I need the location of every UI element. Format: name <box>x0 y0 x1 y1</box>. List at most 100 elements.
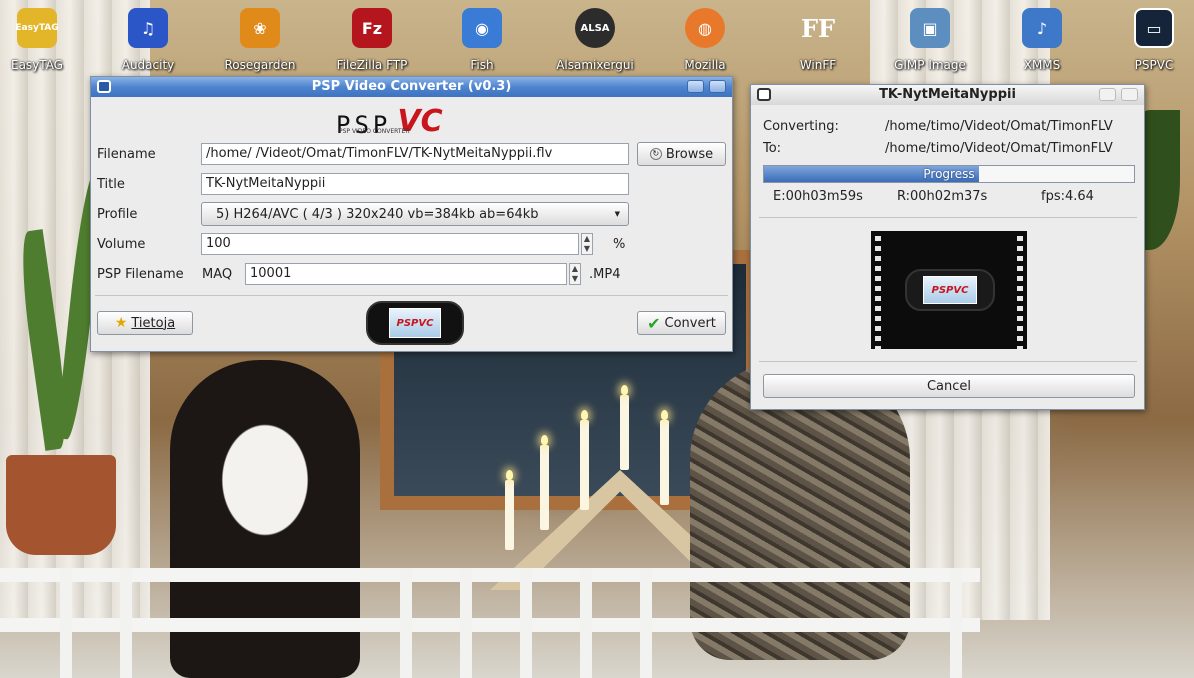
desktop-icon-alsamixer[interactable]: ALSA Alsamixergui <box>553 8 637 72</box>
close-button[interactable] <box>709 80 726 93</box>
speaker-icon: ♪ <box>1022 8 1062 48</box>
minimize-button[interactable] <box>687 80 704 93</box>
elapsed-time: E:00h03m59s <box>773 189 863 204</box>
desktop-icon-pspvc[interactable]: ▭ PSPVC <box>1112 8 1194 72</box>
desktop-icon-fish[interactable]: ◉ Fish <box>440 8 524 72</box>
title-label: Title <box>97 177 125 192</box>
separator <box>759 361 1137 362</box>
checkmark-icon: ✔ <box>647 313 661 333</box>
to-path: /home/timo/Videot/Omat/TimonFLV <box>885 141 1113 156</box>
pspvc-icon: ▭ <box>1134 8 1174 48</box>
window-menu-icon[interactable] <box>757 88 771 101</box>
firefox-icon: ◍ <box>685 8 725 48</box>
cancel-button[interactable]: Cancel <box>763 374 1135 398</box>
convert-button[interactable]: ✔ Convert <box>637 311 726 335</box>
browse-icon: ↻ <box>649 148 662 160</box>
desktop-icon-mozilla[interactable]: ◍ Mozilla <box>663 8 747 72</box>
psp-device-image: PSPVC <box>366 301 464 345</box>
profile-label: Profile <box>97 207 138 222</box>
converting-path: /home/timo/Videot/Omat/TimonFLV <box>885 119 1113 134</box>
remaining-time: R:00h02m37s <box>897 189 988 204</box>
progress-bar: Progress <box>763 165 1135 183</box>
desktop-icon-label: WinFF <box>799 58 837 72</box>
main-window-titlebar[interactable]: PSP Video Converter (v0.3) <box>91 77 732 97</box>
progress-window: TK-NytMeitaNyppii Converting: /home/timo… <box>750 84 1145 410</box>
psp-device-image: PSPVC <box>905 269 995 311</box>
main-window-title: PSP Video Converter (v0.3) <box>311 79 512 94</box>
filezilla-icon: Fz <box>352 8 392 48</box>
progress-window-titlebar[interactable]: TK-NytMeitaNyppii <box>751 85 1144 105</box>
desktop-icon-label: Rosegarden <box>224 58 296 72</box>
desktop-icon-filezilla[interactable]: Fz FileZilla FTP <box>330 8 414 72</box>
desktop-icon-label: GIMP Image <box>894 58 966 72</box>
video-preview: PSPVC <box>871 231 1027 349</box>
separator <box>759 217 1137 218</box>
filename-field[interactable]: /home/ /Videot/Omat/TimonFLV/TK-NytMeita… <box>201 143 629 165</box>
desktop-icon-winff[interactable]: FF WinFF <box>776 8 860 73</box>
star-icon: ★ <box>114 315 128 331</box>
white-railing <box>0 568 980 678</box>
psp-number-field[interactable]: 10001 <box>245 263 567 285</box>
desktop-icon-label: Audacity <box>121 58 175 72</box>
psp-extension: .MP4 <box>589 267 621 282</box>
flower-pot <box>6 455 116 555</box>
desktop-icon-gimp[interactable]: ▣ GIMP Image <box>888 8 972 72</box>
progress-window-title: TK-NytMeitaNyppii <box>879 87 1016 102</box>
film-perforation <box>875 231 881 349</box>
volume-unit: % <box>613 237 626 252</box>
desktop-icon-label: Alsamixergui <box>556 58 634 72</box>
desktop-icon-easytag[interactable]: EasyTAG EasyTAG <box>0 8 79 72</box>
desktop-icon-label: XMMS <box>1023 58 1061 72</box>
desktop-icon-label: PSPVC <box>1134 58 1174 72</box>
about-button-label: Tietoja <box>131 315 176 331</box>
candle <box>540 435 549 530</box>
rosegarden-icon: ❀ <box>240 8 280 48</box>
desktop-icon-audacity[interactable]: ♫ Audacity <box>106 8 190 72</box>
candle <box>660 410 669 505</box>
alsa-icon: ALSA <box>575 8 615 48</box>
logo-subtitle: PSP VIDEO CONVERTER <box>339 128 410 135</box>
browse-button-label: Browse <box>665 146 714 162</box>
audacity-icon: ♫ <box>128 8 168 48</box>
psp-filename-label: PSP Filename <box>97 267 184 282</box>
about-button[interactable]: ★ Tietoja <box>97 311 193 335</box>
desktop-icon-rosegarden[interactable]: ❀ Rosegarden <box>218 8 302 72</box>
dropdown-arrow-icon: ▼ <box>614 210 620 218</box>
profile-dropdown[interactable]: 5) H264/AVC ( 4/3 ) 320x240 vb=384kb ab=… <box>201 202 629 226</box>
title-field[interactable]: TK-NytMeitaNyppii <box>201 173 629 195</box>
convert-button-label: Convert <box>664 315 716 331</box>
psp-prefix: MAQ <box>202 267 233 282</box>
psp-number-spinner[interactable]: ▲ ▼ <box>569 263 581 285</box>
window-menu-icon[interactable] <box>97 80 111 93</box>
volume-label: Volume <box>97 237 146 252</box>
film-perforation <box>1017 231 1023 349</box>
psp-device-screen: PSPVC <box>389 308 441 338</box>
minimize-button[interactable] <box>1099 88 1116 101</box>
volume-field[interactable]: 100 <box>201 233 579 255</box>
gimp-icon: ▣ <box>910 8 950 48</box>
filename-label: Filename <box>97 147 156 162</box>
progress-bar-label: Progress <box>923 167 975 181</box>
desktop-icon-xmms[interactable]: ♪ XMMS <box>1000 8 1084 72</box>
psp-device-screen: PSPVC <box>923 276 977 304</box>
desktop-icon-label: Mozilla <box>684 58 726 72</box>
separator <box>95 295 728 296</box>
profile-selected-value: 5) H264/AVC ( 4/3 ) 320x240 vb=384kb ab=… <box>216 206 539 222</box>
volume-spinner[interactable]: ▲ ▼ <box>581 233 593 255</box>
close-button[interactable] <box>1121 88 1138 101</box>
fish-icon: ◉ <box>462 8 502 48</box>
cancel-button-label: Cancel <box>926 378 972 394</box>
easytag-icon: EasyTAG <box>15 8 59 48</box>
winff-icon: FF <box>800 13 836 43</box>
desktop-icon-label: Fish <box>470 58 494 72</box>
psp-converter-window: PSP Video Converter (v0.3) PSP VC PSP VI… <box>90 76 733 352</box>
candle <box>620 385 629 470</box>
browse-button[interactable]: ↻ Browse <box>637 142 726 166</box>
desktop-icon-label: EasyTAG <box>11 58 63 72</box>
candle <box>505 470 514 550</box>
desktop-icon-label: FileZilla FTP <box>336 58 408 72</box>
candle <box>580 410 589 510</box>
to-label: To: <box>763 141 782 156</box>
fps-readout: fps:4.64 <box>1041 189 1094 204</box>
converting-label: Converting: <box>763 119 839 134</box>
